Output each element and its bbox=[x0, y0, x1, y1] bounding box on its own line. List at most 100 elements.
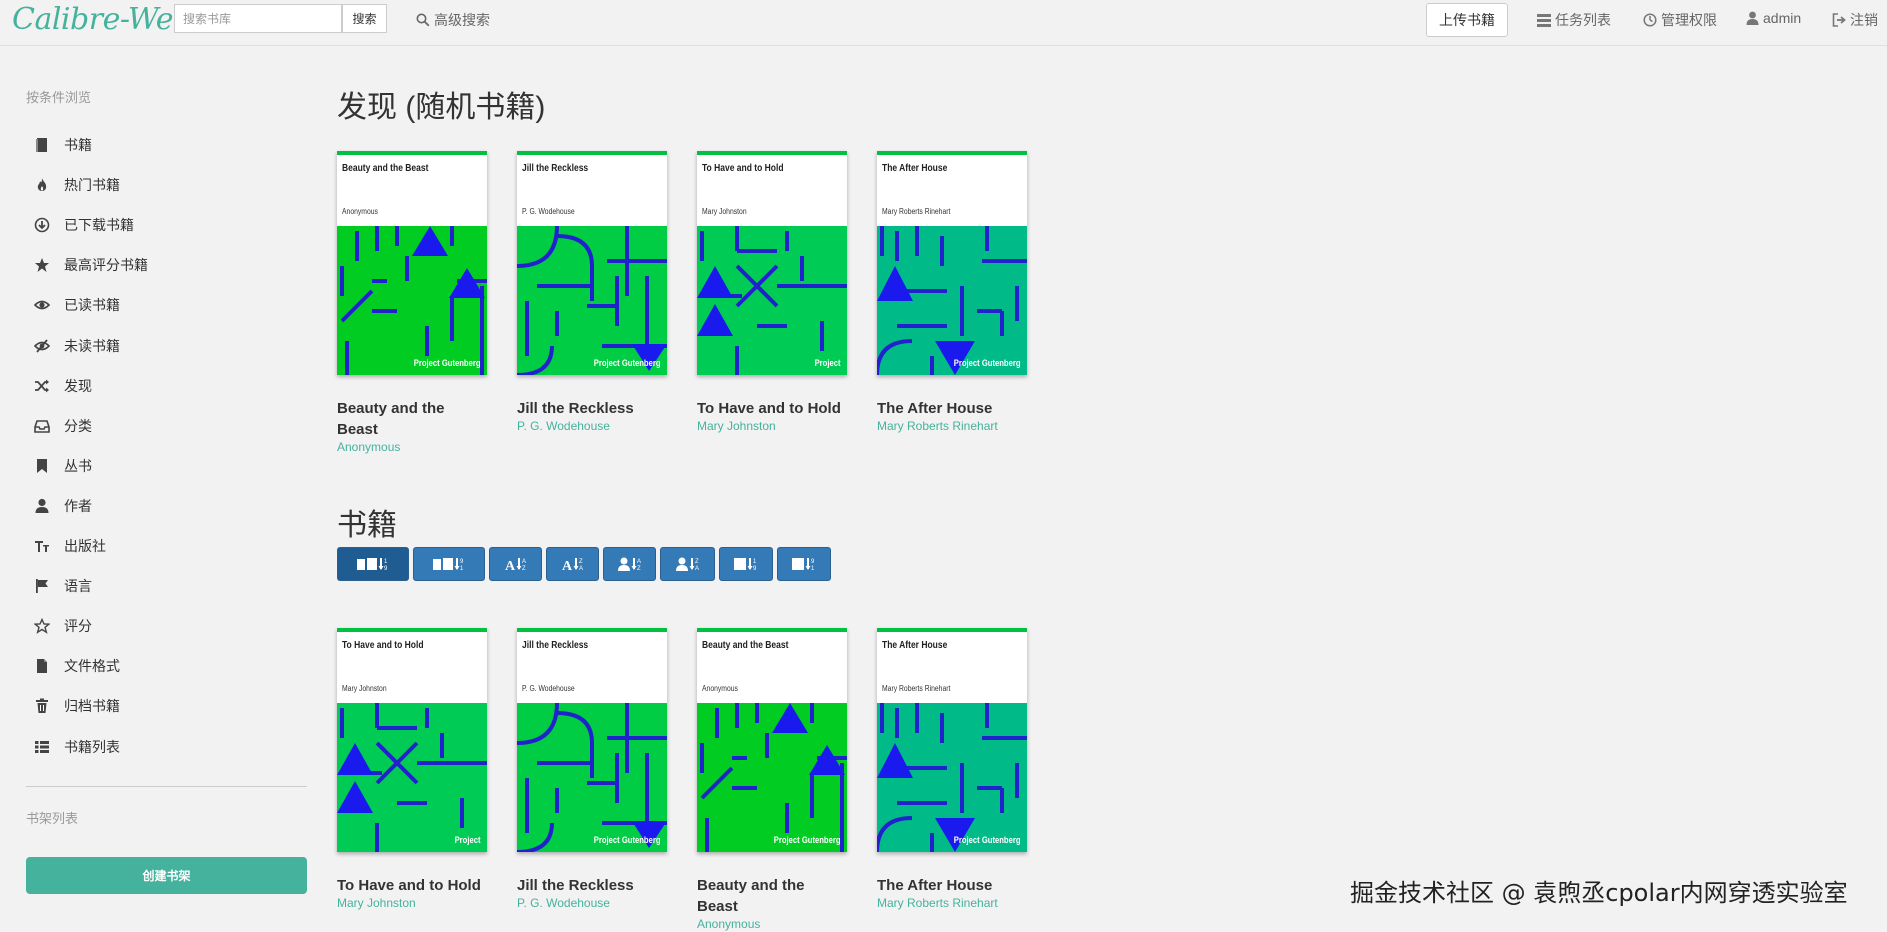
cover-header: The After House Mary Roberts Rinehart bbox=[877, 151, 1027, 226]
sidebar-item-label: 丛书 bbox=[64, 457, 92, 474]
cover-title: Jill the Reckless bbox=[522, 163, 589, 174]
sidebar-item-15[interactable]: 归档书籍 bbox=[34, 694, 120, 718]
book-author[interactable]: Mary Roberts Rinehart bbox=[877, 419, 1027, 434]
cover-publisher: Project bbox=[455, 835, 481, 845]
book-author[interactable]: P. G. Wodehouse bbox=[517, 419, 667, 434]
sidebar-item-6[interactable]: 未读书籍 bbox=[34, 334, 120, 358]
sidebar-item-7[interactable]: 发现 bbox=[34, 374, 92, 398]
book-title[interactable]: Jill the Reckless bbox=[517, 875, 667, 896]
eye-slash-icon bbox=[34, 338, 50, 354]
tasks-label: 任务列表 bbox=[1555, 12, 1611, 28]
sidebar-item-label: 文件格式 bbox=[64, 658, 120, 675]
sidebar-item-label: 发现 bbox=[64, 377, 92, 394]
sidebar-item-3[interactable]: 已下载书籍 bbox=[34, 213, 134, 237]
dashboard-icon bbox=[1643, 13, 1657, 27]
book-card: The After House Mary Roberts Rinehart Proj… bbox=[877, 151, 1027, 434]
admin-panel-link[interactable]: 管理权限 bbox=[1643, 10, 1717, 30]
sidebar-item-1[interactable]: 书籍 bbox=[34, 133, 92, 157]
book-author[interactable]: Mary Johnston bbox=[337, 896, 487, 911]
fire-icon bbox=[34, 177, 50, 193]
brand-logo[interactable]: Calibre-Web bbox=[12, 2, 192, 37]
book-cover[interactable]: The After House Mary Roberts Rinehart Proj… bbox=[877, 151, 1027, 375]
search-button[interactable]: 搜索 bbox=[342, 4, 387, 33]
book-cover[interactable]: Jill the Reckless P. G. Wodehouse Project … bbox=[517, 151, 667, 375]
advanced-search-link[interactable]: 高级搜索 bbox=[416, 10, 490, 30]
sort-pubdate-newest-button[interactable]: 19 bbox=[719, 547, 773, 581]
book-author[interactable]: Mary Roberts Rinehart bbox=[877, 896, 1027, 911]
alpha-asc-icon: A AZ bbox=[505, 558, 526, 572]
sidebar-item-16[interactable]: 书籍列表 bbox=[34, 735, 120, 759]
svg-text:9: 9 bbox=[753, 566, 757, 572]
book-author[interactable]: P. G. Wodehouse bbox=[517, 896, 667, 911]
sort-title-az-button[interactable]: AAZ bbox=[489, 547, 542, 581]
book-title[interactable]: Beauty and the Beast bbox=[697, 875, 847, 917]
sort-title-za-button[interactable]: AZA bbox=[546, 547, 599, 581]
star-icon bbox=[34, 257, 50, 273]
upload-book-button[interactable]: 上传书籍 bbox=[1426, 3, 1508, 37]
book-title[interactable]: The After House bbox=[877, 398, 1027, 419]
book-author[interactable]: Anonymous bbox=[697, 917, 847, 932]
sidebar-item-5[interactable]: 已读书籍 bbox=[34, 293, 120, 317]
cover-publisher: Project Gutenberg bbox=[414, 358, 481, 368]
sidebar-item-label: 热门书籍 bbox=[64, 177, 120, 194]
book-title[interactable]: To Have and to Hold bbox=[337, 875, 487, 896]
book-cover[interactable]: To Have and to Hold Mary Johnston Project bbox=[697, 151, 847, 375]
sidebar-item-13[interactable]: 评分 bbox=[34, 614, 92, 638]
cover-art bbox=[517, 226, 667, 375]
flag-icon bbox=[34, 578, 50, 594]
book-cover[interactable]: Beauty and the Beast Anonymous Project Gut… bbox=[697, 628, 847, 852]
book-cover[interactable]: Jill the Reckless P. G. Wodehouse Project … bbox=[517, 628, 667, 852]
sidebar-item-12[interactable]: 语言 bbox=[34, 574, 92, 598]
svg-text:9: 9 bbox=[811, 559, 815, 565]
cover-title: The After House bbox=[882, 640, 948, 651]
book-calendar-asc-icon: 91 bbox=[433, 558, 464, 572]
tasks-link[interactable]: 任务列表 bbox=[1537, 10, 1611, 30]
cover-title: To Have and to Hold bbox=[702, 163, 784, 174]
user-name: admin bbox=[1763, 10, 1802, 26]
cover-header: The After House Mary Roberts Rinehart bbox=[877, 628, 1027, 703]
cover-art bbox=[877, 703, 1027, 852]
book-title[interactable]: Jill the Reckless bbox=[517, 398, 667, 419]
book-title[interactable]: To Have and to Hold bbox=[697, 398, 847, 419]
book-cover[interactable]: To Have and to Hold Mary Johnston Project bbox=[337, 628, 487, 852]
book-author[interactable]: Mary Johnston bbox=[697, 419, 847, 434]
cover-publisher: Project Gutenberg bbox=[954, 358, 1021, 368]
svg-text:A: A bbox=[637, 559, 641, 565]
sidebar-item-10[interactable]: 作者 bbox=[34, 494, 92, 518]
sidebar-item-label: 分类 bbox=[64, 417, 92, 434]
create-shelf-button[interactable]: 创建书架 bbox=[26, 857, 307, 894]
sidebar-item-8[interactable]: 分类 bbox=[34, 414, 92, 438]
svg-text:Z: Z bbox=[579, 559, 583, 565]
sidebar-item-label: 作者 bbox=[64, 497, 92, 514]
book-card: Beauty and the Beast Anonymous Project Gut… bbox=[337, 151, 487, 455]
cover-author: Mary Roberts Rinehart bbox=[882, 684, 951, 693]
book-cover[interactable]: Beauty and the Beast Anonymous Project Gut… bbox=[337, 151, 487, 375]
search-input[interactable] bbox=[174, 4, 342, 33]
book-card: Beauty and the Beast Anonymous Project Gut… bbox=[697, 628, 847, 932]
user-profile-link[interactable]: admin bbox=[1746, 10, 1801, 26]
sort-newest-button[interactable]: 19 bbox=[337, 547, 409, 581]
sidebar-item-11[interactable]: 出版社 bbox=[34, 534, 106, 558]
bookmark-icon bbox=[34, 458, 50, 474]
sidebar-item-2[interactable]: 热门书籍 bbox=[34, 173, 120, 197]
cover-header: Jill the Reckless P. G. Wodehouse bbox=[517, 628, 667, 703]
sidebar-item-label: 书籍列表 bbox=[64, 738, 120, 755]
book-title[interactable]: Beauty and the Beast bbox=[337, 398, 487, 440]
sidebar-item-14[interactable]: 文件格式 bbox=[34, 654, 120, 678]
book-cover[interactable]: The After House Mary Roberts Rinehart Proj… bbox=[877, 628, 1027, 852]
books-title: 书籍 bbox=[337, 509, 397, 542]
cover-author: Mary Johnston bbox=[702, 207, 747, 216]
book-title[interactable]: The After House bbox=[877, 875, 1027, 896]
sort-author-az-button[interactable]: AZ bbox=[603, 547, 656, 581]
sidebar-item-4[interactable]: 最高评分书籍 bbox=[34, 253, 148, 277]
sidebar-item-9[interactable]: 丛书 bbox=[34, 454, 92, 478]
logout-link[interactable]: 注销 bbox=[1832, 10, 1878, 30]
sort-pubdate-oldest-button[interactable]: 91 bbox=[777, 547, 831, 581]
sort-oldest-button[interactable]: 91 bbox=[413, 547, 485, 581]
sort-author-za-button[interactable]: ZA bbox=[660, 547, 715, 581]
sidebar-item-label: 已读书籍 bbox=[64, 297, 120, 314]
cover-title: Jill the Reckless bbox=[522, 640, 589, 651]
cover-title: Beauty and the Beast bbox=[342, 163, 429, 174]
book-author[interactable]: Anonymous bbox=[337, 440, 487, 455]
cover-header: To Have and to Hold Mary Johnston bbox=[697, 151, 847, 226]
